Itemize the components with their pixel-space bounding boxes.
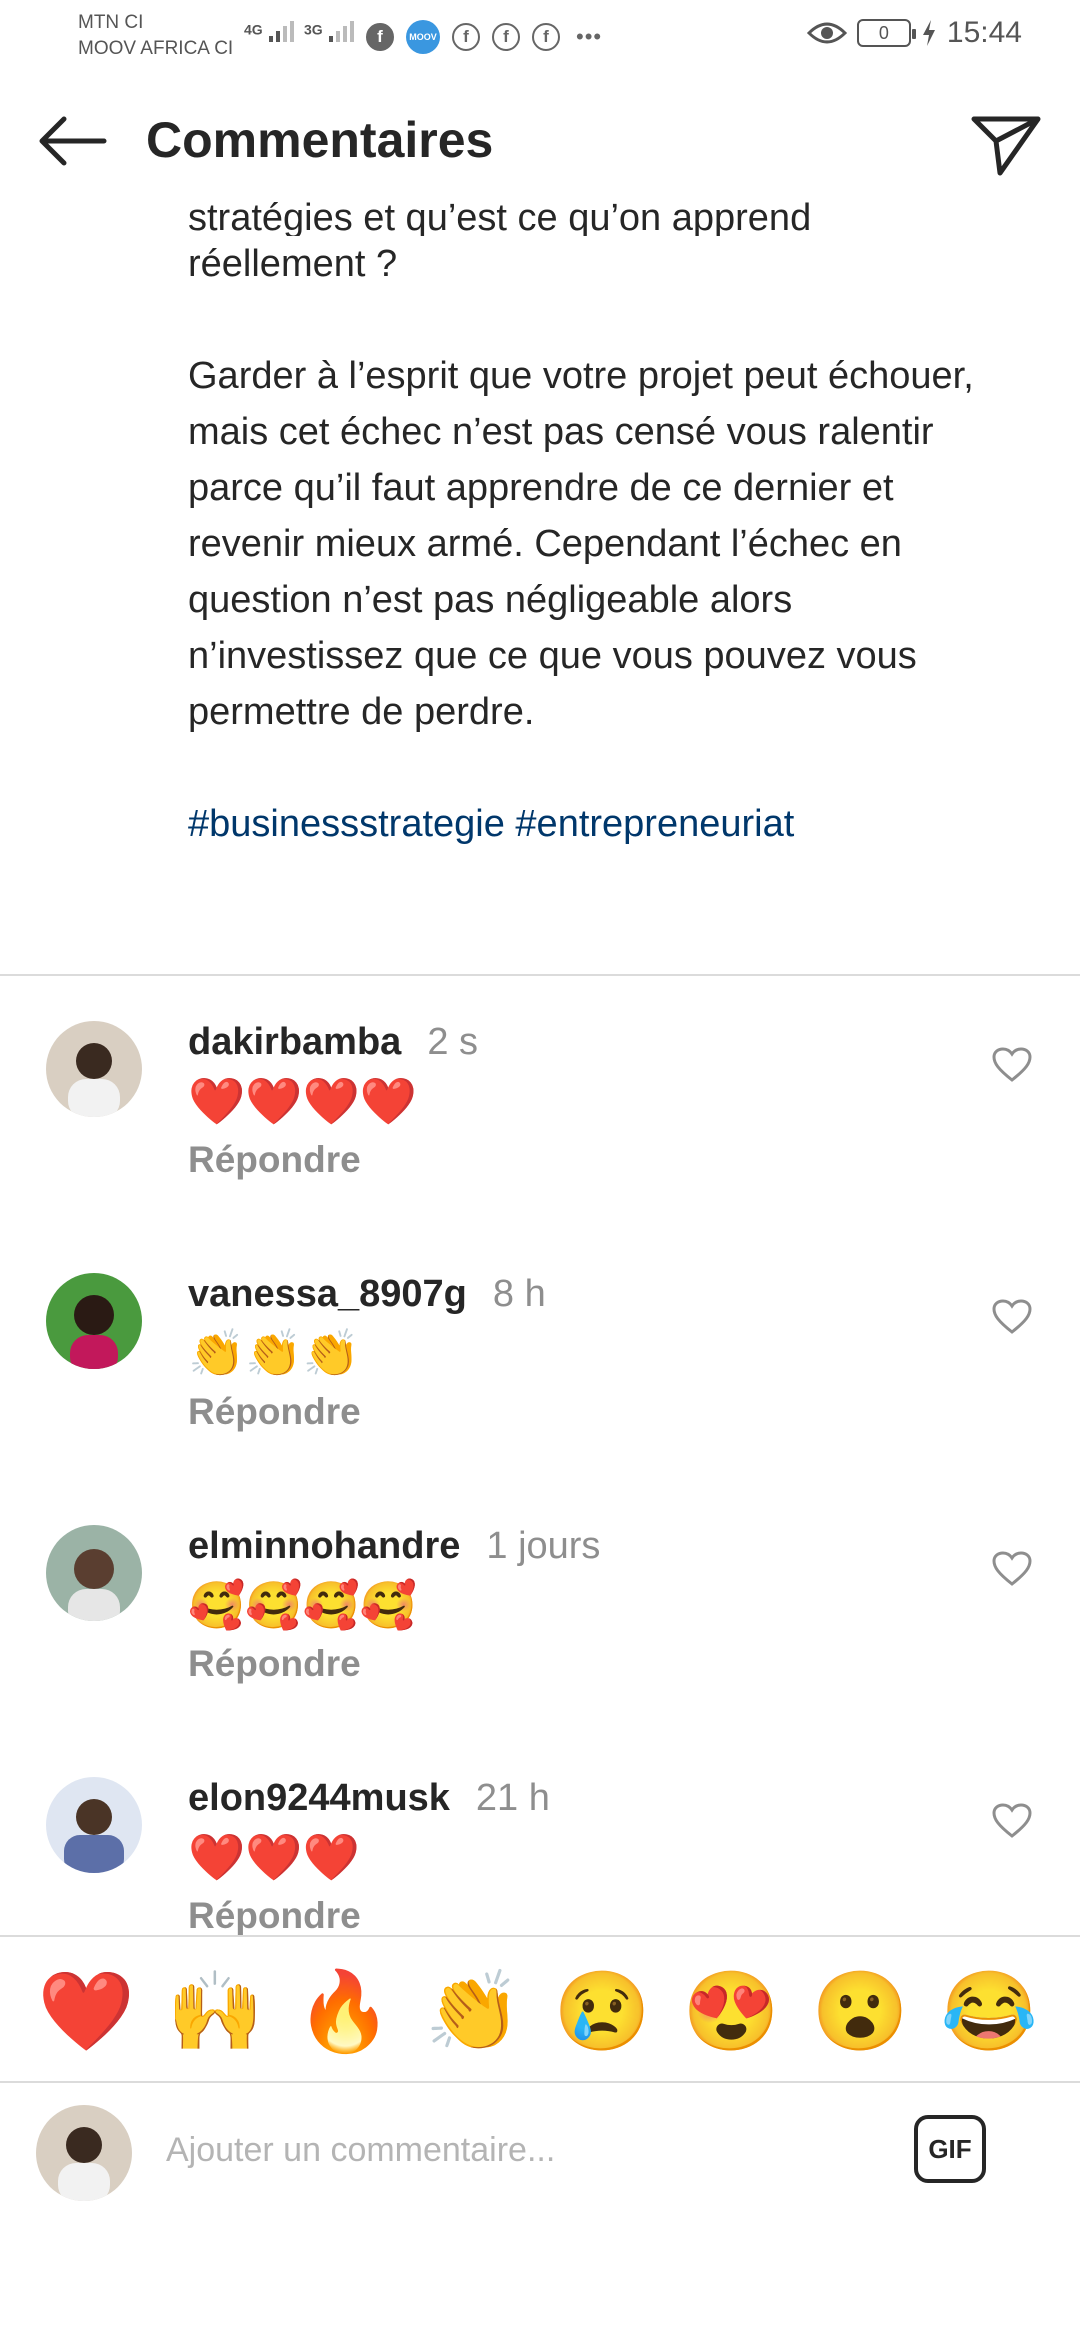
- username-text[interactable]: dakirbamba: [188, 1021, 401, 1063]
- clock: 15:44: [946, 16, 1022, 49]
- moov-icon: MOOV: [406, 20, 440, 54]
- hashtag-link[interactable]: #entrepreneuriat: [515, 803, 794, 845]
- reply-button[interactable]: Répondre: [188, 1139, 361, 1181]
- reaction-surprised[interactable]: 😮: [810, 1967, 910, 2055]
- status-bar: MTN CI MOOV AFRICA CI 4G 3G f MOOV f f f…: [0, 0, 1080, 72]
- battery-icon: 0: [856, 19, 916, 47]
- facebook-icon: f: [452, 23, 480, 51]
- avatar[interactable]: [46, 1273, 142, 1369]
- caption-paragraph: Garder à l’esprit que votre projet peut …: [188, 355, 974, 733]
- reaction-fire[interactable]: 🔥: [294, 1967, 394, 2055]
- carrier-2: MOOV AFRICA CI: [78, 38, 234, 59]
- quick-reactions-bar: ❤️ 🙌 🔥 👏 😢 😍 😮 😂: [0, 1935, 1080, 2083]
- username-text[interactable]: elminnohandre: [188, 1525, 460, 1567]
- comment-item: vanessa_8907g 8 h 👏👏👏 Répondre: [0, 1273, 1080, 1503]
- carrier-1: MTN CI: [78, 12, 144, 33]
- net-3g-label: 3G: [304, 21, 323, 38]
- page-title: Commentaires: [146, 112, 494, 168]
- hashtag-link[interactable]: #businessstrategie: [188, 803, 505, 845]
- reaction-laughing[interactable]: 😂: [939, 1967, 1039, 2055]
- comment-username[interactable]: dakirbamba 2 s: [188, 1021, 478, 1064]
- comment-time: 1 jours: [486, 1525, 601, 1567]
- comment-item: elon9244musk 21 h ❤️❤️❤️ Répondre: [0, 1777, 1080, 1935]
- divider: [0, 974, 1080, 976]
- comment-item: dakirbamba 2 s ❤️❤️❤️❤️ Répondre: [0, 1021, 1080, 1251]
- username-text[interactable]: vanessa_8907g: [188, 1273, 467, 1315]
- comment-text: ❤️❤️❤️: [188, 1831, 360, 1883]
- signal-4g-icon: 4G: [244, 18, 301, 44]
- reaction-raised-hands[interactable]: 🙌: [165, 1967, 265, 2055]
- comment-time: 8 h: [492, 1273, 546, 1315]
- notification-icons: f MOOV f f f •••: [366, 20, 602, 54]
- caption-line: stratégies et qu’est ce qu’on apprend: [188, 198, 812, 236]
- avatar[interactable]: [46, 1777, 142, 1873]
- status-right: 0 15:44: [806, 16, 1022, 50]
- heart-outline-icon[interactable]: [992, 1299, 1032, 1335]
- caption-line: réellement ?: [188, 243, 398, 285]
- comment-text: ❤️❤️❤️❤️: [188, 1075, 418, 1127]
- reply-button[interactable]: Répondre: [188, 1643, 361, 1685]
- comment-username[interactable]: vanessa_8907g 8 h: [188, 1273, 546, 1316]
- facebook-icon: f: [366, 23, 394, 51]
- gif-button[interactable]: GIF: [914, 2115, 986, 2183]
- avatar: [36, 2105, 132, 2201]
- comment-text: 👏👏👏: [188, 1327, 360, 1379]
- post-caption: stratégies et qu’est ce qu’on apprend ré…: [188, 198, 1008, 852]
- net-4g-label: 4G: [244, 21, 263, 38]
- avatar[interactable]: [46, 1525, 142, 1621]
- comment-time: 2 s: [427, 1021, 479, 1063]
- reaction-crying[interactable]: 😢: [552, 1967, 652, 2055]
- username-text[interactable]: elon9244musk: [188, 1777, 450, 1819]
- comment-time: 21 h: [475, 1777, 550, 1819]
- comment-composer: Ajouter un commentaire... GIF: [0, 2081, 1080, 2221]
- signal-3g-icon: 3G: [304, 18, 361, 44]
- comment-item: elminnohandre 1 jours 🥰🥰🥰🥰 Répondre: [0, 1525, 1080, 1755]
- battery-level: 0: [878, 22, 889, 43]
- comment-text: 🥰🥰🥰🥰: [188, 1579, 418, 1631]
- reply-button[interactable]: Répondre: [188, 1895, 361, 1935]
- comment-input[interactable]: Ajouter un commentaire...: [166, 2131, 555, 2170]
- eye-icon: [806, 22, 847, 44]
- reaction-heart[interactable]: ❤️: [36, 1967, 136, 2055]
- comment-username[interactable]: elminnohandre 1 jours: [188, 1525, 600, 1568]
- reaction-clap[interactable]: 👏: [423, 1967, 523, 2055]
- reply-button[interactable]: Répondre: [188, 1391, 361, 1433]
- reaction-heart-eyes[interactable]: 😍: [681, 1967, 781, 2055]
- facebook-icon: f: [492, 23, 520, 51]
- comment-username[interactable]: elon9244musk 21 h: [188, 1777, 550, 1820]
- heart-outline-icon[interactable]: [992, 1551, 1032, 1587]
- charging-icon: [922, 20, 935, 46]
- facebook-icon: f: [532, 23, 560, 51]
- arrow-left-icon[interactable]: [34, 115, 110, 167]
- caption-hashtags: #businessstrategie #entrepreneuriat: [188, 796, 1008, 852]
- header: Commentaires: [0, 95, 1080, 195]
- avatar[interactable]: [46, 1021, 142, 1117]
- carrier-names: MTN CI MOOV AFRICA CI: [78, 10, 233, 62]
- paper-plane-icon[interactable]: [970, 111, 1042, 177]
- more-notifications-icon: •••: [576, 24, 603, 49]
- heart-outline-icon[interactable]: [992, 1047, 1032, 1083]
- heart-outline-icon[interactable]: [992, 1803, 1032, 1839]
